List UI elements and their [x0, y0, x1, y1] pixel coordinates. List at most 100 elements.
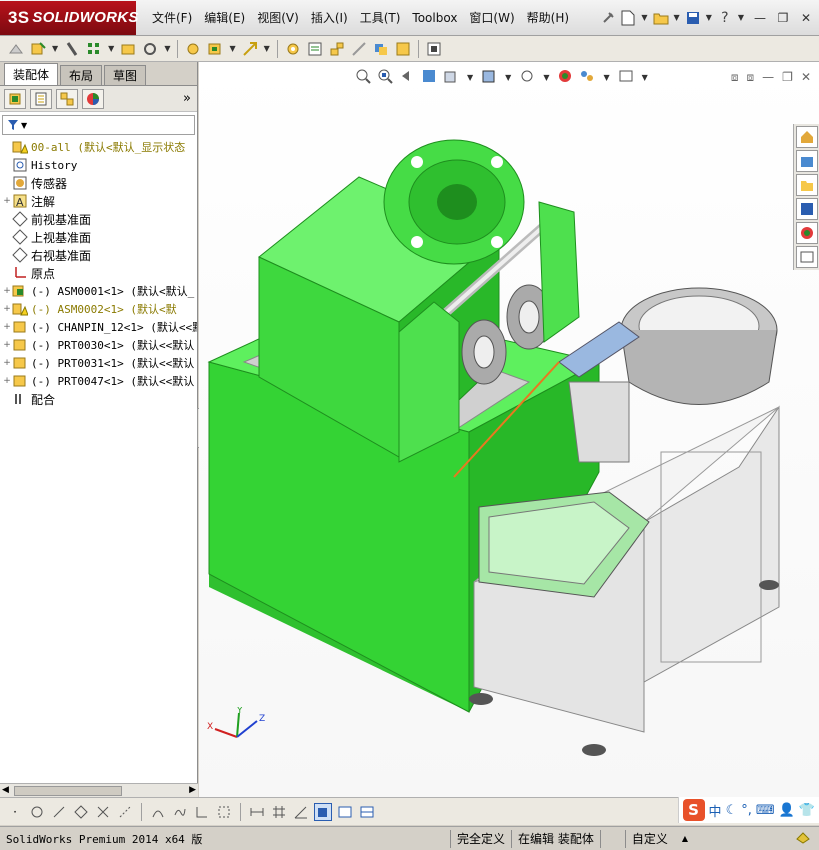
file-explorer-icon[interactable]: [796, 174, 818, 196]
featuremanager-tree-icon[interactable]: [4, 88, 26, 109]
show-hidden-icon[interactable]: [183, 39, 203, 59]
menu-view[interactable]: 视图(V): [251, 7, 305, 29]
new-document-icon[interactable]: [619, 9, 637, 27]
punctuation-icon[interactable]: °,: [741, 803, 752, 818]
expand-toggle[interactable]: +: [2, 358, 12, 368]
tree-item[interactable]: + (-) ASM0002<1> (默认<默: [2, 300, 197, 318]
graphics-area[interactable]: ▼ ▼ ▼ ▼ ▼ ⧈ ⧈ — ❐ ✕ X Y Z: [199, 62, 819, 797]
units-selector[interactable]: 自定义 ▲: [624, 829, 725, 848]
interference-detection-icon[interactable]: [371, 39, 391, 59]
machine-model[interactable]: [199, 62, 819, 797]
tree-item[interactable]: + (-) CHANPIN_12<1> (默认<<默: [2, 318, 197, 336]
propertymanager-icon[interactable]: [30, 88, 52, 109]
new-dropdown-icon[interactable]: ▼: [641, 13, 647, 22]
corner-rectangle-icon[interactable]: [193, 803, 211, 821]
design-library-icon[interactable]: [796, 150, 818, 172]
tab-assembly[interactable]: 装配体: [4, 63, 59, 85]
move-dropdown-icon[interactable]: ▼: [164, 44, 170, 53]
save-dropdown-icon[interactable]: ▼: [706, 13, 712, 22]
rebuild-status-icon[interactable]: [795, 829, 811, 848]
tree-item[interactable]: 传感器: [2, 174, 197, 192]
edit-component-icon[interactable]: [6, 39, 26, 59]
tree-item[interactable]: 原点: [2, 264, 197, 282]
doc-minimize-icon[interactable]: —: [762, 70, 774, 85]
display-style-icon[interactable]: [481, 68, 497, 87]
pattern-dropdown-icon[interactable]: ▼: [108, 44, 114, 53]
tab-sketch[interactable]: 草图: [104, 65, 147, 85]
tree-item[interactable]: 00-all (默认<默认_显示状态: [2, 138, 197, 156]
instant3d-icon[interactable]: [424, 39, 444, 59]
view-palette-icon[interactable]: [796, 198, 818, 220]
exploded-view-icon[interactable]: [327, 39, 347, 59]
tree-item[interactable]: 配合: [2, 390, 197, 408]
tree-item[interactable]: + (-) PRT0047<1> (默认<<默认: [2, 372, 197, 390]
user-icon[interactable]: 👤: [779, 803, 795, 818]
tile-left-icon[interactable]: ⧈: [731, 70, 739, 85]
linear-pattern-icon[interactable]: [84, 39, 104, 59]
scroll-left-icon[interactable]: ◀: [2, 785, 9, 795]
reference-geometry-icon[interactable]: [240, 39, 260, 59]
moon-icon[interactable]: ☾: [726, 803, 738, 818]
menu-insert[interactable]: 插入(I): [305, 7, 354, 29]
smart-dimension-icon[interactable]: [248, 803, 266, 821]
line-icon[interactable]: [50, 803, 68, 821]
configurationmanager-icon[interactable]: [56, 88, 78, 109]
bill-of-materials-icon[interactable]: [305, 39, 325, 59]
menu-window[interactable]: 窗口(W): [463, 7, 520, 29]
hide-show-dropdown-icon[interactable]: ▼: [543, 73, 549, 82]
restore-icon[interactable]: ❐: [774, 10, 792, 26]
tree-item[interactable]: + (-) PRT0030<1> (默认<<默认: [2, 336, 197, 354]
section-view-icon[interactable]: [421, 68, 437, 87]
move-component-icon[interactable]: [140, 39, 160, 59]
solidworks-resources-icon[interactable]: [796, 126, 818, 148]
features-dropdown-icon[interactable]: ▼: [229, 44, 235, 53]
expand-toggle[interactable]: +: [2, 340, 12, 350]
zoom-to-fit-icon[interactable]: [355, 68, 371, 87]
explode-line-sketch-icon[interactable]: [349, 39, 369, 59]
orientation-dropdown-icon[interactable]: ▼: [467, 73, 473, 82]
expand-toggle[interactable]: +: [2, 304, 12, 314]
scene-dropdown-icon[interactable]: ▼: [603, 73, 609, 82]
previous-view-icon[interactable]: [399, 68, 415, 87]
tree-filter[interactable]: ▼: [2, 115, 195, 135]
centerline-icon[interactable]: [116, 803, 134, 821]
custom-properties-icon[interactable]: [796, 246, 818, 268]
more-tabs-icon[interactable]: »: [183, 91, 191, 106]
reference-dropdown-icon[interactable]: ▼: [264, 44, 270, 53]
zoom-to-area-icon[interactable]: [377, 68, 393, 87]
insert-component-icon[interactable]: [28, 39, 48, 59]
center-point-icon[interactable]: [28, 803, 46, 821]
doc-restore-icon[interactable]: ❐: [782, 70, 793, 85]
pin-icon[interactable]: [599, 9, 617, 27]
tree-item[interactable]: History: [2, 156, 197, 174]
view-settings-icon[interactable]: [618, 68, 634, 87]
new-motion-study-icon[interactable]: [283, 39, 303, 59]
tree-item[interactable]: + A 注解: [2, 192, 197, 210]
expand-toggle[interactable]: +: [2, 286, 12, 296]
scroll-right-icon[interactable]: ▶: [189, 785, 196, 795]
menu-help[interactable]: 帮助(H): [521, 7, 575, 29]
sogou-logo[interactable]: S: [682, 799, 705, 821]
menu-edit[interactable]: 编辑(E): [198, 7, 251, 29]
spline-icon[interactable]: [171, 803, 189, 821]
tree-item[interactable]: + (-) PRT0031<1> (默认<<默认: [2, 354, 197, 372]
view-settings-dropdown-icon[interactable]: ▼: [642, 73, 648, 82]
minimize-icon[interactable]: —: [751, 10, 769, 26]
tree-item[interactable]: + (-) ASM0001<1> (默认<默认_: [2, 282, 197, 300]
hide-show-items-icon[interactable]: [519, 68, 535, 87]
trim-icon[interactable]: [94, 803, 112, 821]
units-arrow-icon[interactable]: ▲: [682, 834, 688, 843]
insert-dropdown-icon[interactable]: ▼: [52, 44, 58, 53]
menu-tools[interactable]: 工具(T): [354, 7, 407, 29]
mate-icon[interactable]: [62, 39, 82, 59]
single-view-icon[interactable]: [336, 803, 354, 821]
expand-toggle[interactable]: +: [2, 196, 12, 206]
tree-item[interactable]: 右视基准面: [2, 246, 197, 264]
arc-icon[interactable]: [149, 803, 167, 821]
construction-geometry-icon[interactable]: [215, 803, 233, 821]
close-icon[interactable]: ✕: [797, 10, 815, 26]
point-icon[interactable]: ·: [6, 803, 24, 821]
view-orientation-icon[interactable]: [443, 68, 459, 87]
open-folder-icon[interactable]: [652, 9, 670, 27]
view-cube-icon[interactable]: [314, 802, 332, 821]
